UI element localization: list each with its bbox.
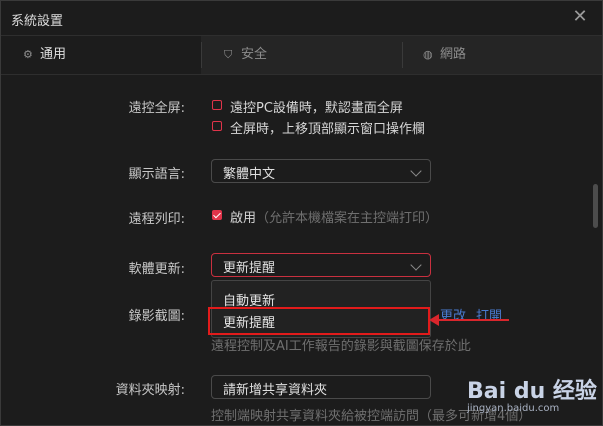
highlight-box (208, 307, 430, 335)
recording-label: 錄影截圖: (128, 309, 185, 324)
fullscreen-default-checkbox[interactable] (212, 100, 222, 110)
scrollbar[interactable] (593, 184, 598, 228)
tab-label: 安全 (241, 47, 268, 62)
folder-mapping-label: 資料夾映射: (115, 383, 185, 398)
remote-print-text: 啟用（允許本機檔案在主控端打印） (230, 207, 438, 226)
remote-print-checkbox[interactable] (212, 210, 222, 220)
fullscreen-toolbar-checkbox[interactable] (212, 121, 222, 131)
title-bar: 系統設置 ✕ (1, 1, 602, 35)
globe-icon: ◍ (423, 48, 433, 61)
tab-network[interactable]: ◍ 網路 (403, 36, 602, 74)
window-title: 系統設置 (11, 14, 64, 29)
watermark-url: jingyan.baidu.com (467, 403, 560, 414)
annotation-arrow (433, 319, 509, 321)
remote-print-hint: （允許本機檔案在主控端打印） (256, 211, 439, 226)
watermark-brand: Bai du 经验 (467, 379, 597, 404)
fullscreen-default-text: 遠控PC設備時，默認畫面全屏 (230, 101, 403, 116)
shield-icon: ⛉ (224, 48, 233, 61)
remote-fullscreen-label: 遠控全屏: (128, 101, 185, 116)
software-update-value: 更新提醒 (223, 261, 276, 276)
software-update-select[interactable]: 更新提醒 (211, 253, 431, 277)
close-icon[interactable]: ✕ (572, 8, 588, 26)
language-select[interactable]: 繁體中文 (211, 159, 431, 183)
folder-mapping-placeholder: 請新增共享資料夾 (223, 383, 328, 398)
tab-label: 網路 (440, 47, 467, 62)
open-link[interactable]: 打開 (476, 305, 502, 324)
tab-general[interactable]: ⚙ 通用 (1, 36, 201, 74)
watermark-logo: Bai du 经验 jingyan.baidu.com (467, 373, 597, 414)
software-update-label: 軟體更新: (128, 262, 185, 277)
change-link[interactable]: 更改 (440, 305, 466, 324)
language-label: 顯示語言: (128, 167, 185, 182)
chevron-down-icon (410, 165, 422, 177)
remote-print-enable: 啟用 (230, 211, 257, 226)
chevron-down-icon (410, 259, 422, 271)
language-value: 繁體中文 (223, 167, 276, 182)
settings-window: 系統設置 ✕ ⚙ 通用 ⛉ 安全 ◍ 網路 遠控全屏: 遠控PC設備時，默認畫面全屏 … (0, 0, 603, 426)
remote-print-label: 遠程列印: (128, 212, 185, 227)
tab-label: 通用 (40, 47, 67, 62)
gear-icon: ⚙ (23, 48, 33, 61)
tab-security[interactable]: ⛉ 安全 (202, 36, 402, 74)
fullscreen-toolbar-text: 全屏時，上移頂部顯示窗口操作欄 (230, 122, 426, 137)
arrow-head-icon (429, 314, 439, 326)
folder-mapping-field[interactable]: 請新增共享資料夾 (211, 375, 431, 399)
tab-bar: ⚙ 通用 ⛉ 安全 ◍ 網路 (1, 35, 602, 75)
